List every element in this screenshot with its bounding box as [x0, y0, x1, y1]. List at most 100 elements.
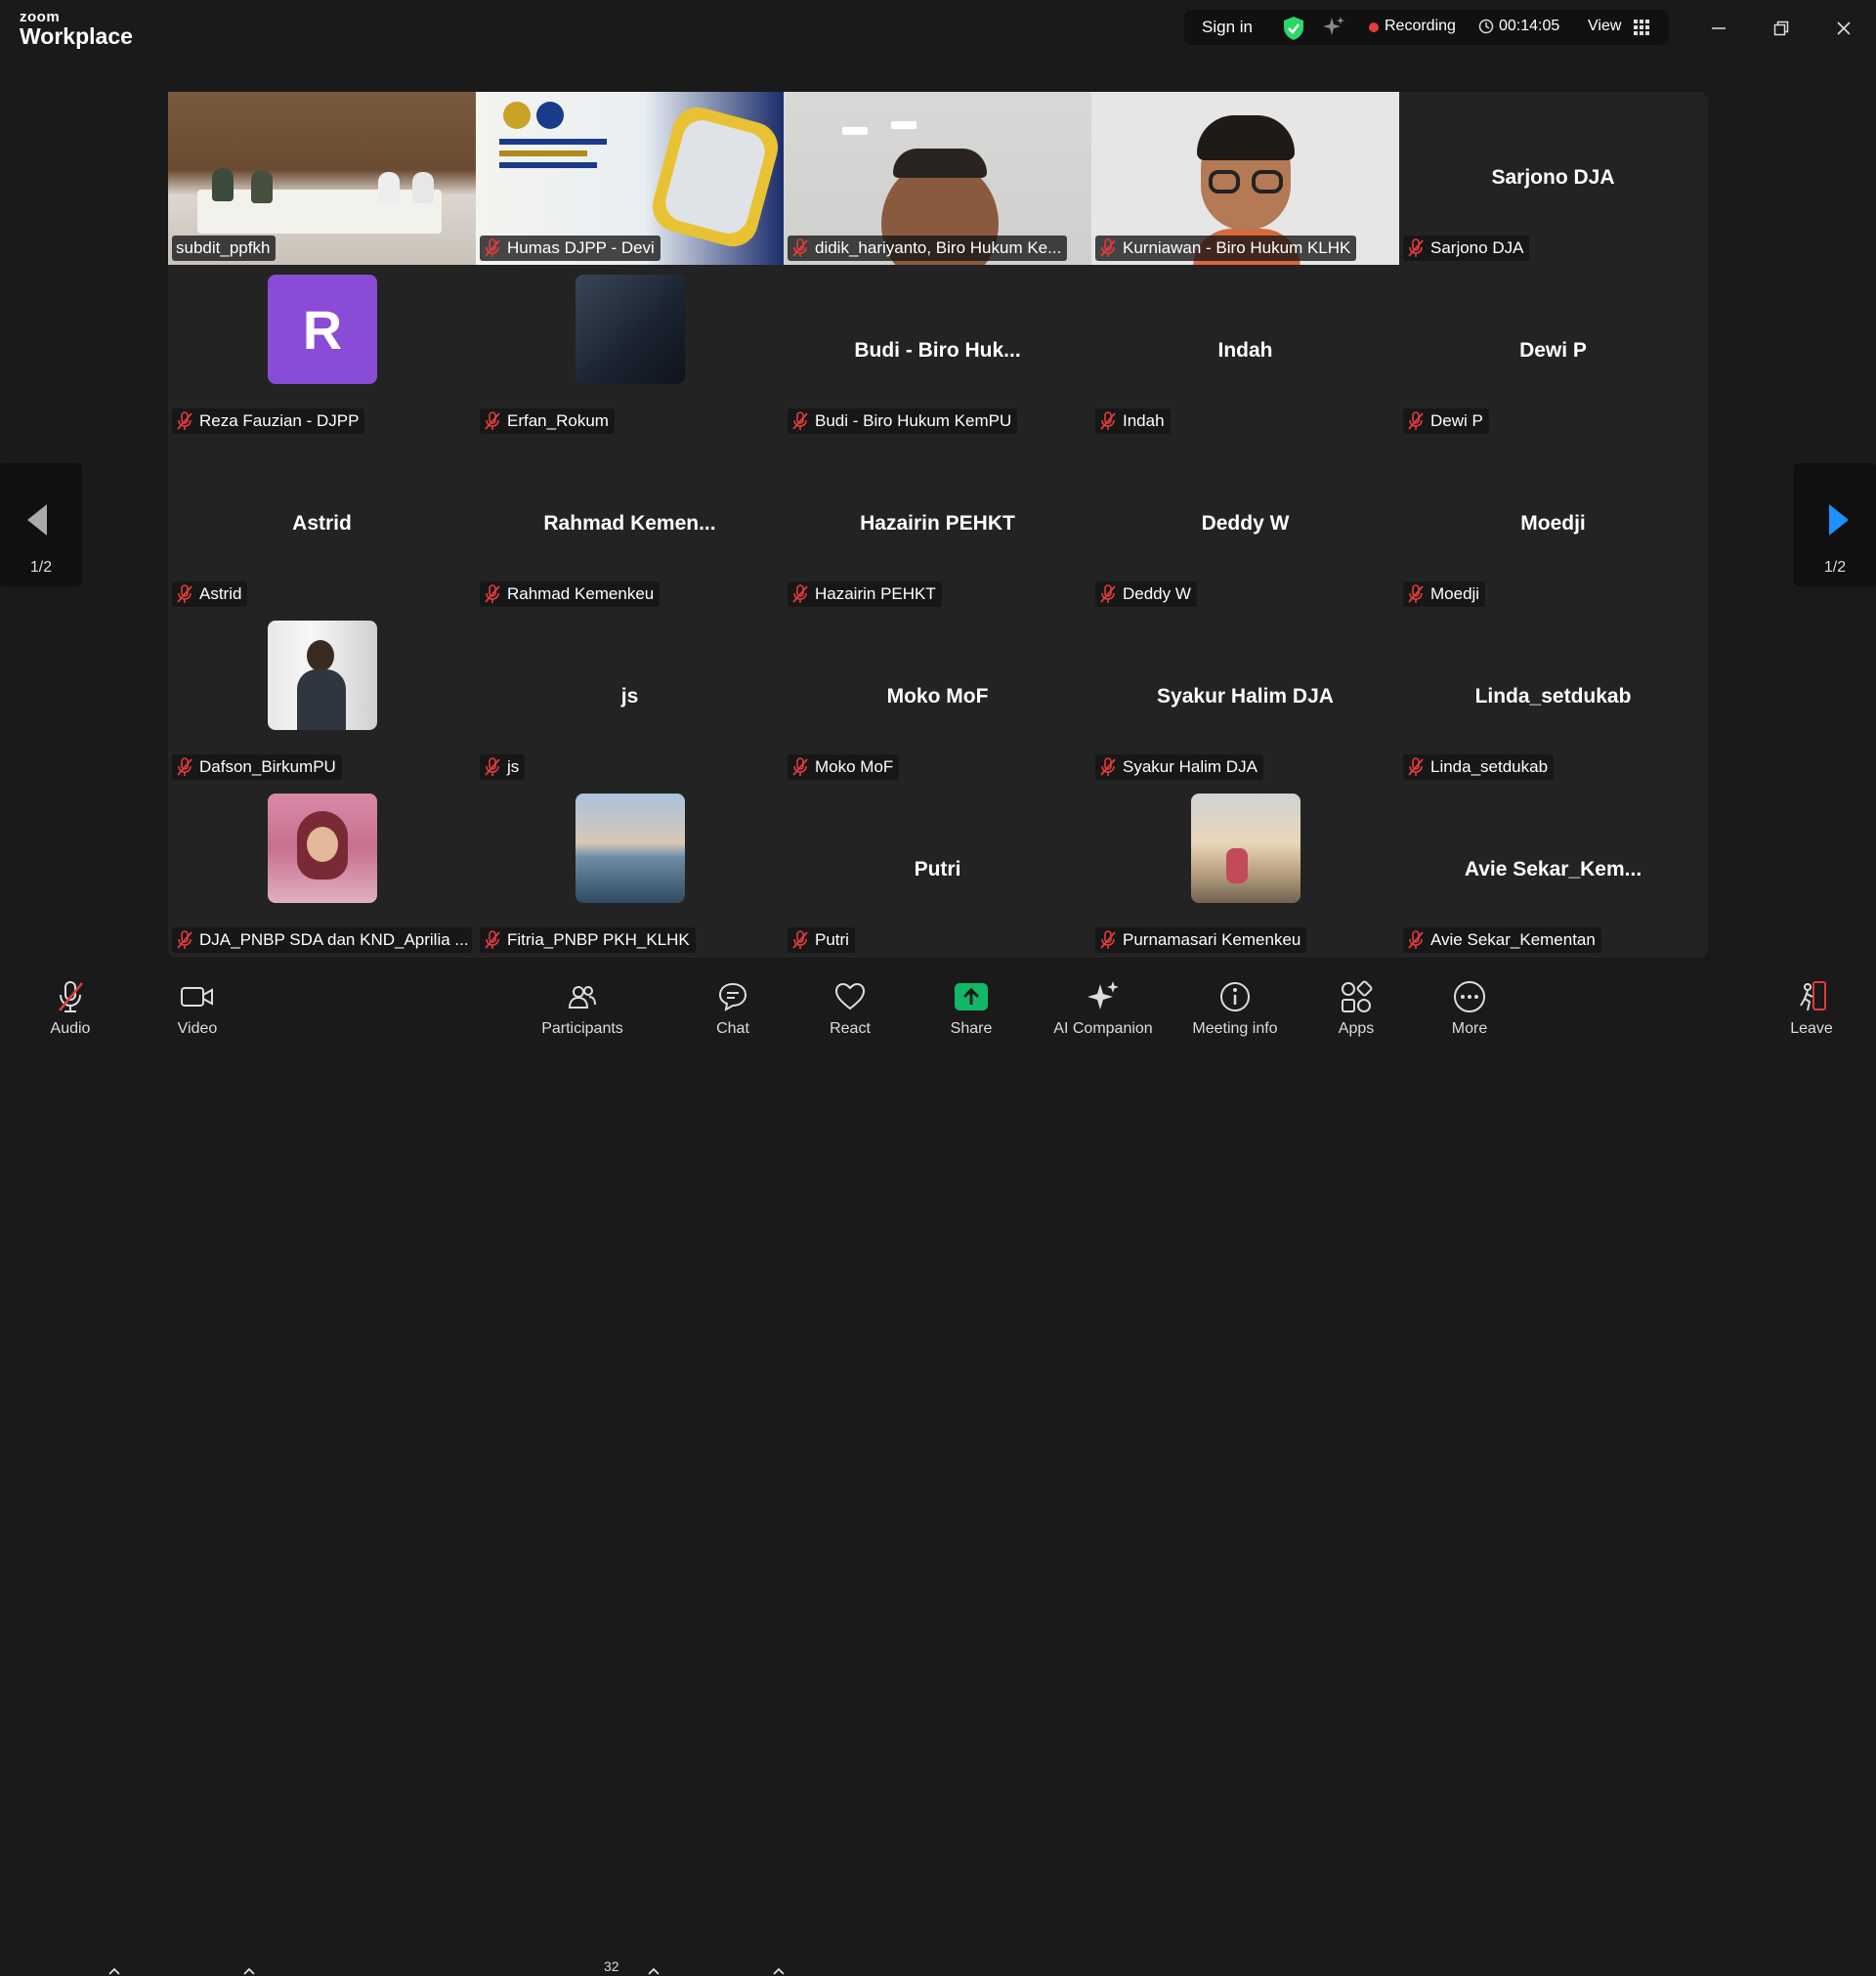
apps-icon: [1340, 979, 1373, 1014]
participant-tile[interactable]: js js: [476, 611, 784, 784]
apps-button[interactable]: Apps: [1331, 979, 1382, 1048]
close-icon[interactable]: [1829, 14, 1858, 43]
recording-label[interactable]: Recording: [1385, 18, 1456, 35]
participant-avatar: [576, 794, 685, 903]
participant-name-label: Humas DJPP - Devi: [480, 236, 661, 261]
mic-muted-icon: [1408, 238, 1424, 257]
participant-tile[interactable]: Rahmad Kemen... Rahmad Kemenkeu: [476, 438, 784, 611]
more-button[interactable]: More: [1444, 979, 1495, 1048]
chat-options-chevron-icon[interactable]: [772, 1966, 786, 1976]
shield-check-icon[interactable]: [1282, 16, 1305, 41]
participant-tile[interactable]: Dewi P Dewi P: [1399, 265, 1707, 438]
participant-name: Indah: [1123, 411, 1165, 430]
next-page-button[interactable]: 1/2: [1794, 463, 1876, 586]
participant-tile[interactable]: Indah Indah: [1091, 265, 1399, 438]
audio-button[interactable]: Audio: [45, 979, 96, 1048]
participants-icon: [568, 979, 597, 1014]
participant-name: Humas DJPP - Devi: [507, 238, 655, 257]
participant-tile[interactable]: Moko MoF Moko MoF: [784, 611, 1091, 784]
mic-muted-icon: [485, 411, 500, 430]
participant-tile[interactable]: Deddy W Deddy W: [1091, 438, 1399, 611]
participant-tile[interactable]: Hazairin PEHKT Hazairin PEHKT: [784, 438, 1091, 611]
sign-in-button[interactable]: Sign in: [1202, 18, 1253, 37]
share-button[interactable]: Share: [944, 979, 999, 1048]
mic-muted-icon: [792, 930, 808, 949]
chat-button[interactable]: Chat: [707, 979, 758, 1048]
participant-display-name: Moedji: [1520, 512, 1586, 535]
grid-view-icon[interactable]: [1634, 20, 1649, 35]
participant-tile[interactable]: DJA_PNBP SDA dan KND_Aprilia ...: [168, 784, 476, 957]
ai-sparkle-icon[interactable]: [1322, 16, 1345, 39]
participant-tile[interactable]: Moedji Moedji: [1399, 438, 1707, 611]
participant-tile[interactable]: Erfan_Rokum: [476, 265, 784, 438]
participant-name-label: js: [480, 754, 526, 780]
participant-avatar: [576, 275, 685, 384]
participant-tile[interactable]: Fitria_PNBP PKH_KLHK: [476, 784, 784, 957]
restore-icon[interactable]: [1767, 14, 1796, 43]
arrow-right-icon: [1829, 504, 1849, 536]
participant-name-label: Reza Fauzian - DJPP: [172, 408, 365, 434]
participant-tile[interactable]: Humas DJPP - Devi: [476, 92, 784, 265]
ai-companion-button[interactable]: AI Companion: [1044, 979, 1163, 1048]
participant-display-name: Linda_setdukab: [1474, 685, 1632, 708]
participant-tile[interactable]: Budi - Biro Huk... Budi - Biro Hukum KemP…: [784, 265, 1091, 438]
participant-display-name: Sarjono DJA: [1491, 166, 1615, 189]
participant-name-label: Purnamasari Kemenkeu: [1095, 927, 1307, 953]
participants-button[interactable]: Participants: [535, 979, 629, 1048]
participant-tile[interactable]: didik_hariyanto, Biro Hukum Ke...: [784, 92, 1091, 265]
participant-avatar: R: [268, 275, 377, 384]
participant-name-label: Syakur Halim DJA: [1095, 754, 1263, 780]
mic-muted-icon: [1408, 930, 1424, 949]
mic-muted-icon: [56, 979, 85, 1014]
participant-name-label: Kurniawan - Biro Hukum KLHK: [1095, 236, 1357, 261]
participant-display-name: Rahmad Kemen...: [543, 512, 716, 535]
mic-muted-icon: [1100, 757, 1116, 776]
participant-display-name: Syakur Halim DJA: [1157, 685, 1334, 708]
mic-muted-icon: [1408, 584, 1424, 603]
title-bar: zoom Workplace Sign in Recording 00:14:0…: [0, 0, 1876, 59]
participant-display-name: Budi - Biro Huk...: [854, 339, 1021, 362]
mic-muted-icon: [1408, 411, 1424, 430]
participant-name: Erfan_Rokum: [507, 411, 609, 430]
participant-tile[interactable]: Kurniawan - Biro Hukum KLHK: [1091, 92, 1399, 265]
participant-name: Moedji: [1430, 584, 1480, 603]
participant-tile[interactable]: Avie Sekar_Kem... Avie Sekar_Kementan: [1399, 784, 1707, 957]
participant-display-name: Indah: [1217, 339, 1273, 362]
video-options-chevron-icon[interactable]: [242, 1966, 256, 1976]
participant-display-name: Dewi P: [1519, 339, 1587, 362]
mic-muted-icon: [177, 930, 192, 949]
participant-tile[interactable]: Sarjono DJA Sarjono DJA: [1399, 92, 1707, 265]
participant-name-label: didik_hariyanto, Biro Hukum Ke...: [788, 236, 1068, 261]
participant-name: Kurniawan - Biro Hukum KLHK: [1123, 238, 1351, 257]
minimize-icon[interactable]: [1704, 14, 1733, 43]
previous-page-button[interactable]: 1/2: [0, 463, 82, 586]
participant-name-label: Moedji: [1403, 581, 1486, 607]
react-button[interactable]: React: [825, 979, 875, 1048]
leave-button[interactable]: Leave: [1784, 979, 1839, 1048]
participant-tile[interactable]: R Reza Fauzian - DJPP: [168, 265, 476, 438]
page-indicator-left: 1/2: [29, 559, 53, 576]
participant-tile[interactable]: Purnamasari Kemenkeu: [1091, 784, 1399, 957]
audio-options-chevron-icon[interactable]: [107, 1966, 121, 1976]
participant-name-label: Putri: [788, 927, 855, 953]
participants-options-chevron-icon[interactable]: [647, 1966, 661, 1976]
participant-name: DJA_PNBP SDA dan KND_Aprilia ...: [199, 930, 469, 949]
participant-tile[interactable]: Dafson_BirkumPU: [168, 611, 476, 784]
mic-muted-icon: [1100, 930, 1116, 949]
meeting-info-button[interactable]: Meeting info: [1186, 979, 1284, 1048]
participant-tile[interactable]: Putri Putri: [784, 784, 1091, 957]
participant-display-name: Moko MoF: [886, 685, 989, 708]
participant-name-label: Dewi P: [1403, 408, 1489, 434]
mic-muted-icon: [485, 930, 500, 949]
mic-muted-icon: [177, 584, 192, 603]
participant-tile[interactable]: Syakur Halim DJA Syakur Halim DJA: [1091, 611, 1399, 784]
info-icon: [1218, 979, 1252, 1014]
participant-tile[interactable]: Astrid Astrid: [168, 438, 476, 611]
participant-tile[interactable]: subdit_ppfkh: [168, 92, 476, 265]
video-button[interactable]: Video: [172, 979, 223, 1048]
participant-name-label: Dafson_BirkumPU: [172, 754, 342, 780]
participant-name: js: [507, 757, 520, 776]
participant-tile[interactable]: Linda_setdukab Linda_setdukab: [1399, 611, 1707, 784]
mic-muted-icon: [792, 584, 808, 603]
view-button[interactable]: View: [1588, 18, 1621, 35]
